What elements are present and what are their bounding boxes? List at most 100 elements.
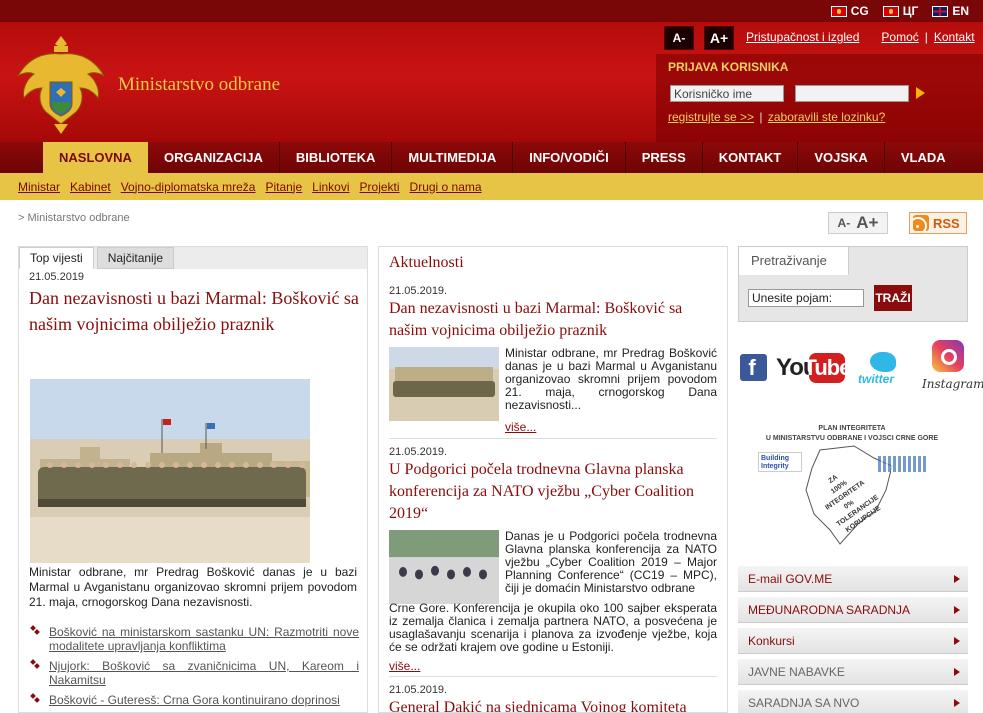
subnav-pitanje[interactable]: Pitanje <box>265 180 312 194</box>
side-menu-javne-nabavke[interactable]: JAVNE NABAVKE <box>738 659 968 685</box>
subnav-linkovi[interactable]: Linkovi <box>312 180 359 194</box>
news-date: 21.05.2019 <box>29 271 85 283</box>
instagram-icon[interactable]: Instagram <box>922 340 983 398</box>
side-menu-medjunarodna-saradnja[interactable]: MEĐUNARODNA SARADNJA <box>738 597 968 623</box>
login-arrow-icon[interactable] <box>916 87 925 99</box>
news-feed-title: Aktuelnosti <box>389 254 464 271</box>
news-article: 21.05.2019. General Dakić na sjednicama … <box>389 684 717 712</box>
article-date: 21.05.2019. <box>389 446 448 458</box>
social-links: f You Tube twitter Instagram <box>738 338 983 400</box>
link-separator: | <box>924 30 928 44</box>
register-link[interactable]: registrujte se >> <box>668 110 754 124</box>
lang-en[interactable]: EN <box>932 4 969 18</box>
page-font-increase-button[interactable]: A+ <box>856 213 878 233</box>
article-headline[interactable]: General Dakić na sjednicama Vojnog komit… <box>389 697 717 712</box>
help-link[interactable]: Pomoć <box>881 30 918 44</box>
facebook-icon[interactable]: f <box>740 354 767 381</box>
tab-najcitanije[interactable]: Najčitanije <box>96 247 175 269</box>
integrity-plan-banner[interactable]: PLAN INTEGRITETA U MINISTARSTVU ODBRANE … <box>744 424 960 554</box>
username-input[interactable] <box>670 85 784 102</box>
rss-icon <box>913 215 929 231</box>
top-news-headline[interactable]: Dan nezavisnosti u bazi Marmal: Bošković… <box>29 285 359 337</box>
article-summary: Ministar odbrane, mr Predrag Bošković da… <box>505 346 717 412</box>
coat-of-arms-logo[interactable] <box>14 32 108 138</box>
nav-biblioteka[interactable]: BIBLIOTEKA <box>280 142 393 173</box>
nav-info-vodici[interactable]: INFO/VODIČI <box>513 142 626 173</box>
search-tab: Pretraživanje <box>739 247 849 275</box>
accessibility-link[interactable]: Pristupačnost i izgled <box>746 30 859 44</box>
arrow-right-icon <box>954 637 960 645</box>
side-menu-saradnja-sa-nvo[interactable]: SARADNJA SA NVO <box>738 690 968 713</box>
article-thumbnail[interactable] <box>389 347 499 421</box>
article-date: 21.05.2019. <box>389 684 448 696</box>
youtube-icon[interactable]: You Tube <box>776 350 851 386</box>
soldiers-photo[interactable] <box>30 379 310 563</box>
news-feed-panel: Aktuelnosti 21.05.2019. Dan nezavisnosti… <box>378 246 728 713</box>
nav-multimedija[interactable]: MULTIMEDIJA <box>392 142 514 173</box>
page-font-controls: A- A+ <box>828 212 888 234</box>
arrow-right-icon <box>954 606 960 614</box>
forgot-password-link[interactable]: zaboravili ste lozinku? <box>768 110 885 124</box>
article-summary-continued: Crne Gore. Konferencija je okupila oko 1… <box>389 601 717 654</box>
montenegro-flag-icon <box>830 5 847 17</box>
side-menu-konkursi[interactable]: Konkursi <box>738 628 968 654</box>
tab-top-vijesti[interactable]: Top vijesti <box>19 247 94 269</box>
sub-navigation: Ministar Kabinet Vojno-diplomatska mreža… <box>0 173 983 200</box>
lang-cyrillic[interactable]: ЦГ <box>882 4 918 18</box>
font-decrease-button[interactable]: A- <box>664 26 694 50</box>
link-separator: | <box>759 110 763 124</box>
page-font-decrease-button[interactable]: A- <box>838 216 851 230</box>
side-menu-email[interactable]: E-mail GOV.ME <box>738 566 968 592</box>
read-more-link[interactable]: više... <box>505 420 536 434</box>
language-switcher: CG ЦГ EN <box>830 4 969 18</box>
top-news-panel: 21.05.2019 Dan nezavisnosti u bazi Marma… <box>18 246 368 713</box>
breadcrumb[interactable]: > Ministarstvo odbrane <box>18 212 130 224</box>
subnav-drugi-o-nama[interactable]: Drugi o nama <box>410 180 492 194</box>
top-strip: CG ЦГ EN <box>0 0 983 22</box>
subnav-ministar[interactable]: Ministar <box>18 180 70 194</box>
instagram-camera-icon <box>932 340 964 372</box>
font-size-controls: A- A+ <box>664 26 734 50</box>
subnav-kabinet[interactable]: Kabinet <box>70 180 121 194</box>
main-navigation: NASLOVNA ORGANIZACIJA BIBLIOTEKA MULTIME… <box>0 142 983 173</box>
nav-kontakt[interactable]: KONTAKT <box>703 142 799 173</box>
login-title: PRIJAVA KORISNIKA <box>668 60 789 74</box>
partner-logo <box>878 456 928 472</box>
site-header: Ministarstvo odbrane A- A+ Pristupačnost… <box>0 22 983 142</box>
news-article: 21.05.2019. Dan nezavisnosti u bazi Marm… <box>389 285 717 342</box>
contact-link[interactable]: Kontakt <box>934 30 975 44</box>
lang-cg[interactable]: CG <box>830 4 869 18</box>
twitter-bird-icon <box>870 352 896 372</box>
article-headline[interactable]: U Podgorici počela trodnevna Glavna plan… <box>389 459 717 525</box>
site-title[interactable]: Ministarstvo odbrane <box>118 74 280 96</box>
header-links: Pristupačnost i izgled Pomoć | Kontakt <box>746 30 975 44</box>
nav-naslovna[interactable]: NASLOVNA <box>43 142 148 173</box>
search-input[interactable] <box>748 289 864 307</box>
list-item[interactable]: Bošković na ministarskom sastanku UN: Ra… <box>29 625 359 653</box>
read-more-link[interactable]: više... <box>389 659 420 673</box>
top-news-list: Bošković na ministarskom sastanku UN: Ra… <box>29 625 359 712</box>
rss-label: RSS <box>933 215 960 231</box>
nav-press[interactable]: PRESS <box>626 142 703 173</box>
nav-vojska[interactable]: VOJSKA <box>798 142 885 173</box>
article-thumbnail[interactable] <box>389 530 499 604</box>
montenegro-flag-icon <box>882 5 899 17</box>
nav-vlada[interactable]: VLADA <box>885 142 962 173</box>
twitter-icon[interactable]: twitter <box>858 352 908 386</box>
subnav-vojno-diplomatska-mreza[interactable]: Vojno-diplomatska mreža <box>121 180 266 194</box>
nav-organizacija[interactable]: ORGANIZACIJA <box>148 142 280 173</box>
font-increase-button[interactable]: A+ <box>704 26 734 50</box>
article-date: 21.05.2019. <box>389 285 448 297</box>
article-divider <box>389 438 717 439</box>
password-input[interactable] <box>795 85 909 102</box>
diamond-bullet-icon <box>31 660 41 670</box>
list-item[interactable]: Njujork: Bošković sa zvaničnicima UN, Ka… <box>29 659 359 687</box>
list-item[interactable]: Bošković - Guteresš: Crna Gora kontinuir… <box>29 693 359 707</box>
subnav-projekti[interactable]: Projekti <box>360 180 410 194</box>
arrow-right-icon <box>954 668 960 676</box>
login-panel: PRIJAVA KORISNIKA registrujte se >> | za… <box>656 54 983 142</box>
rss-button[interactable]: RSS <box>909 212 967 234</box>
article-headline[interactable]: Dan nezavisnosti u bazi Marmal: Bošković… <box>389 298 717 342</box>
search-button[interactable]: TRAŽI <box>874 285 912 311</box>
news-tabs: Top vijesti Najčitanije <box>19 247 175 269</box>
